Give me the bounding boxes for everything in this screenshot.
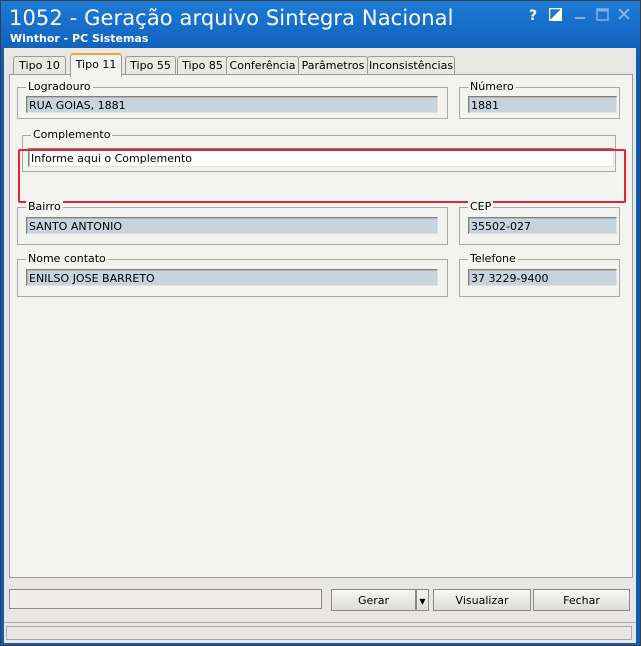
tab-label: Tipo 85: [182, 59, 223, 72]
window-client-area: Tipo 10 Tipo 11 Tipo 55 Tipo 85 Conferên…: [4, 48, 636, 643]
bairro-group: Bairro SANTO ANTONIO: [17, 200, 448, 245]
fechar-button[interactable]: Fechar: [533, 589, 630, 611]
tab-tipo-85[interactable]: Tipo 85: [177, 56, 228, 75]
tab-tipo-55[interactable]: Tipo 55: [125, 56, 176, 75]
maximize-icon[interactable]: [593, 8, 611, 24]
numero-group: Número 1881: [459, 80, 620, 119]
tab-inconsistencias[interactable]: Inconsistências: [367, 56, 455, 75]
tab-label: Inconsistências: [368, 59, 454, 72]
telefone-field[interactable]: 37 3229-9400: [468, 269, 617, 286]
title-bar[interactable]: 1052 - Geração arquivo Sintegra Nacional…: [1, 1, 640, 47]
tab-tipo-10[interactable]: Tipo 10: [13, 56, 66, 75]
status-panel: [6, 626, 632, 640]
tab-conferencia[interactable]: Conferência: [226, 56, 299, 75]
numero-field[interactable]: 1881: [468, 96, 617, 113]
tab-parametros[interactable]: Parâmetros: [298, 56, 368, 75]
close-icon[interactable]: [615, 8, 633, 24]
logradouro-label: Logradouro: [26, 80, 93, 93]
message-box: [9, 589, 322, 609]
help-icon[interactable]: ?: [524, 8, 542, 24]
gerar-dropdown-button[interactable]: ▼: [416, 589, 429, 611]
tab-label: Parâmetros: [301, 59, 365, 72]
tab-label: Tipo 11: [75, 58, 117, 71]
bairro-label: Bairro: [26, 200, 63, 213]
minimize-icon[interactable]: [571, 8, 589, 24]
cep-label: CEP: [468, 200, 494, 213]
cep-group: CEP 35502-027: [459, 200, 620, 245]
tab-panel-tipo-11: Logradouro RUA GOIAS, 1881 Número 1881 C…: [9, 74, 633, 578]
nome-contato-label: Nome contato: [26, 252, 108, 265]
tab-label: Tipo 55: [130, 59, 171, 72]
nome-contato-group: Nome contato ENILSO JOSE BARRETO: [17, 252, 448, 297]
window-title: 1052 - Geração arquivo Sintegra Nacional: [9, 6, 454, 30]
tab-label: Conferência: [229, 59, 296, 72]
logradouro-field[interactable]: RUA GOIAS, 1881: [26, 96, 438, 113]
tab-label: Tipo 10: [19, 59, 60, 72]
restore-icon[interactable]: [546, 7, 564, 24]
telefone-label: Telefone: [468, 252, 518, 265]
chevron-down-icon: ▼: [419, 597, 426, 606]
visualizar-button[interactable]: Visualizar: [433, 589, 531, 611]
tab-tipo-11[interactable]: Tipo 11: [70, 53, 122, 77]
cep-field[interactable]: 35502-027: [468, 217, 617, 234]
bottom-button-bar: Gerar ▼ Visualizar Fechar: [4, 580, 636, 616]
telefone-group: Telefone 37 3229-9400: [459, 252, 620, 297]
nome-contato-field[interactable]: ENILSO JOSE BARRETO: [26, 269, 438, 286]
numero-label: Número: [468, 80, 516, 93]
status-bar: [4, 622, 636, 643]
complemento-highlight-box: [18, 149, 626, 203]
gerar-button[interactable]: Gerar: [331, 589, 416, 611]
logradouro-group: Logradouro RUA GOIAS, 1881: [17, 80, 448, 119]
window-subtitle: Winthor - PC Sistemas: [10, 32, 149, 45]
complemento-label: Complemento: [31, 128, 113, 141]
bairro-field[interactable]: SANTO ANTONIO: [26, 217, 438, 234]
application-window: 1052 - Geração arquivo Sintegra Nacional…: [0, 0, 641, 646]
